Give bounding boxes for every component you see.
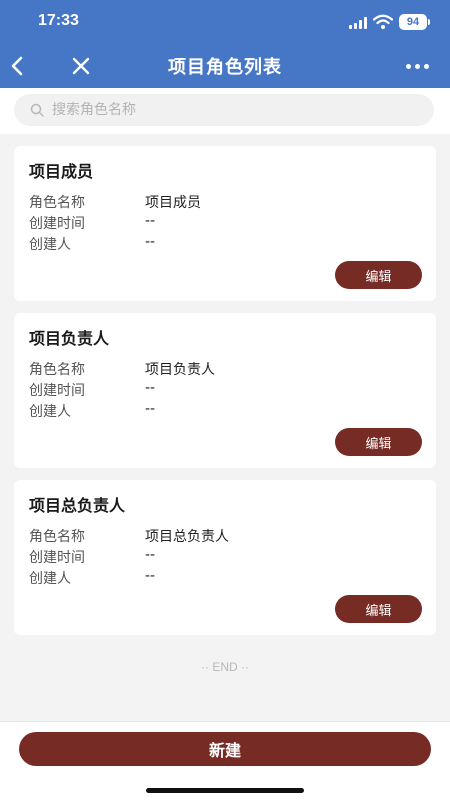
created-time-value: --: [145, 380, 156, 396]
created-time-row: 创建时间 --: [29, 547, 155, 567]
role-name-row: 角色名称 项目负责人: [29, 359, 215, 379]
creator-row: 创建人 --: [29, 568, 155, 588]
role-name-label: 角色名称: [29, 195, 85, 211]
role-name-label: 角色名称: [29, 362, 85, 378]
creator-value: --: [145, 401, 156, 417]
creator-value: --: [145, 234, 156, 250]
creator-value: --: [145, 568, 156, 584]
created-time-row: 创建时间 --: [29, 380, 155, 400]
created-time-row: 创建时间 --: [29, 213, 155, 233]
role-name-value: 项目总负责人: [145, 529, 229, 545]
edit-button[interactable]: 编辑: [335, 595, 422, 623]
creator-row: 创建人 --: [29, 234, 155, 254]
search-bar: [0, 88, 450, 134]
role-card-title: 项目总负责人: [29, 496, 126, 515]
role-card[interactable]: 项目成员 角色名称 项目成员 创建时间 -- 创建人 -- 编辑: [14, 146, 436, 301]
creator-label: 创建人: [29, 237, 71, 253]
new-button[interactable]: 新建: [19, 732, 431, 766]
search-icon: [30, 103, 44, 117]
more-icon[interactable]: [406, 64, 430, 70]
creator-label: 创建人: [29, 404, 71, 420]
battery-icon: 94: [399, 14, 430, 30]
signal-icon: [349, 17, 367, 29]
page-title: 项目角色列表: [168, 57, 282, 78]
status-time: 17:33: [38, 12, 79, 29]
created-time-value: --: [145, 547, 156, 563]
role-name-row: 角色名称 项目成员: [29, 192, 201, 212]
list-end-indicator: ·· END ··: [201, 660, 249, 674]
home-indicator: [146, 788, 304, 793]
created-time-value: --: [145, 213, 156, 229]
role-name-row: 角色名称 项目总负责人: [29, 526, 229, 546]
creator-row: 创建人 --: [29, 401, 155, 421]
role-name-value: 项目成员: [145, 195, 201, 211]
edit-button[interactable]: 编辑: [335, 261, 422, 289]
role-name-label: 角色名称: [29, 529, 85, 545]
created-time-label: 创建时间: [29, 383, 85, 399]
wifi-icon: [373, 14, 393, 29]
created-time-label: 创建时间: [29, 216, 85, 232]
created-time-label: 创建时间: [29, 550, 85, 566]
creator-label: 创建人: [29, 571, 71, 587]
role-card-title: 项目负责人: [29, 329, 110, 348]
role-card[interactable]: 项目总负责人 角色名称 项目总负责人 创建时间 -- 创建人 -- 编辑: [14, 480, 436, 635]
role-card[interactable]: 项目负责人 角色名称 项目负责人 创建时间 -- 创建人 -- 编辑: [14, 313, 436, 468]
role-card-title: 项目成员: [29, 162, 94, 181]
top-bar: 17:33 94 项目角色列表: [0, 0, 450, 88]
search-input[interactable]: [52, 98, 412, 122]
role-name-value: 项目负责人: [145, 362, 215, 378]
bottom-bar: 新建: [0, 721, 450, 800]
search-box[interactable]: [14, 94, 434, 126]
edit-button[interactable]: 编辑: [335, 428, 422, 456]
